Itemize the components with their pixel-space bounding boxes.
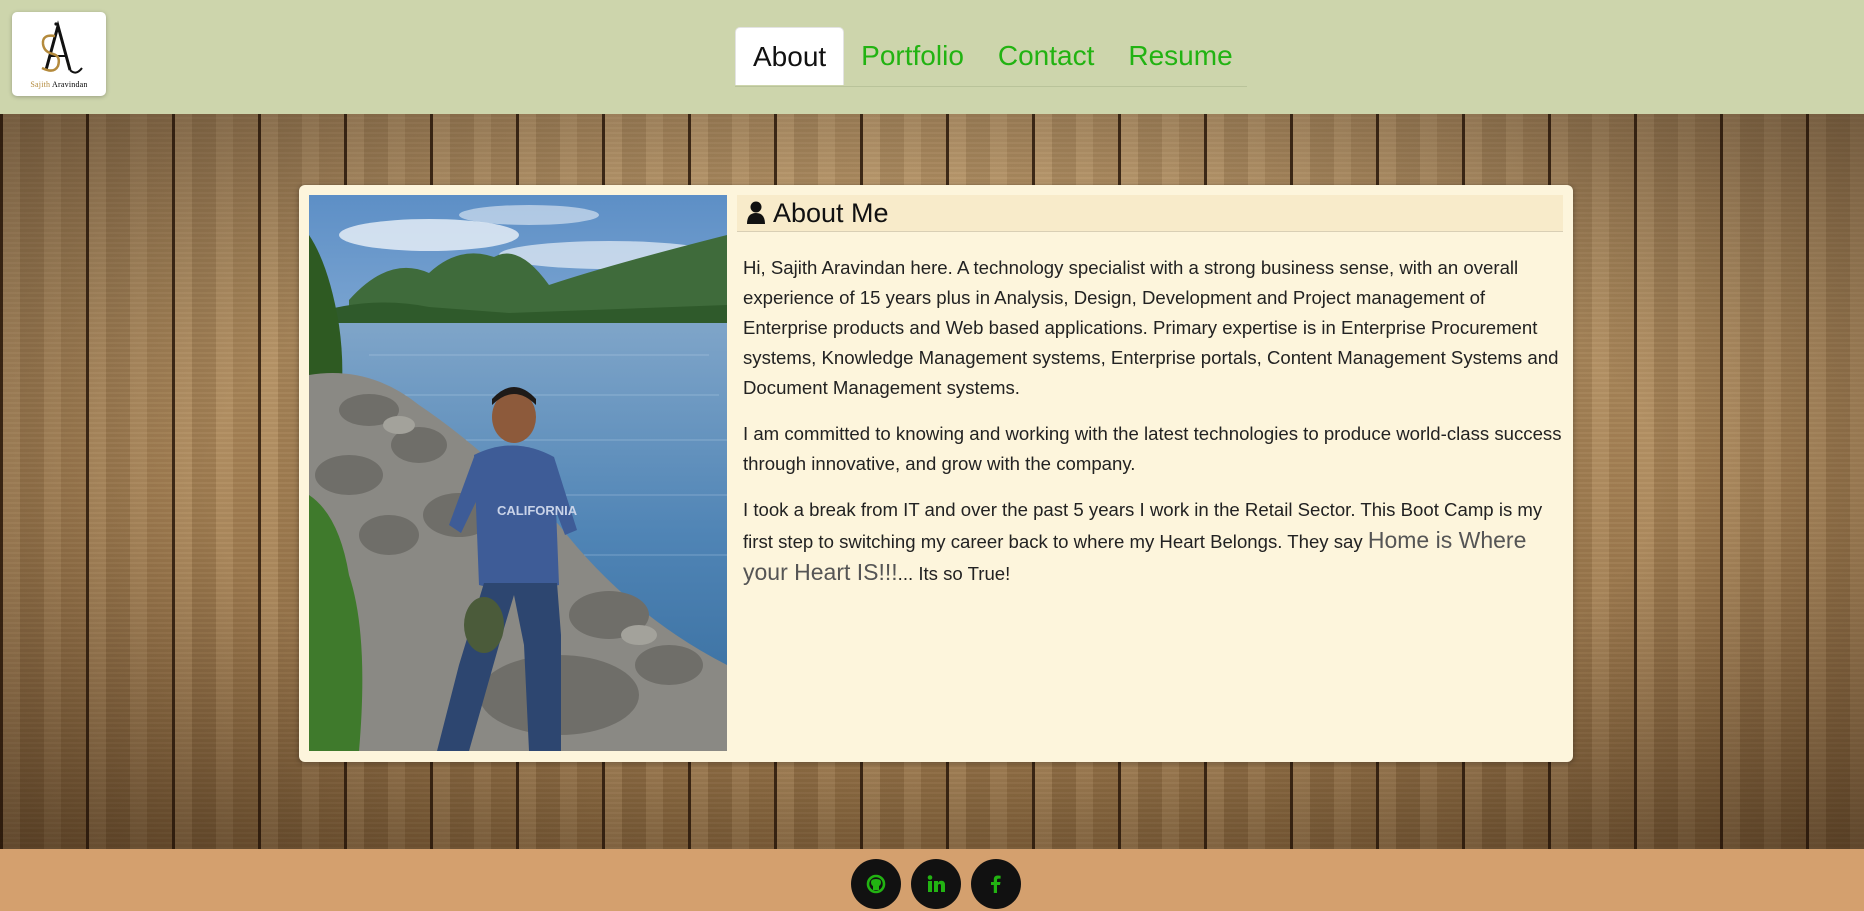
user-icon [746, 201, 766, 225]
site-header: Sajith Aravindan About Portfolio Contact… [0, 0, 1864, 114]
about-paragraph-2: I am committed to knowing and working wi… [743, 423, 1562, 474]
facebook-link[interactable] [971, 859, 1021, 909]
tab-portfolio[interactable]: Portfolio [844, 27, 981, 85]
profile-photo: CALIFORNIA [309, 195, 727, 751]
about-body: Hi, Sajith Aravindan here. A technology … [743, 253, 1563, 605]
tab-contact[interactable]: Contact [981, 27, 1112, 85]
site-footer [0, 849, 1864, 911]
tab-resume[interactable]: Resume [1111, 27, 1249, 85]
about-paragraph-1: Hi, Sajith Aravindan here. A technology … [743, 257, 1559, 398]
monogram-logo-icon [41, 20, 83, 74]
about-title: About Me [773, 197, 889, 228]
linkedin-link[interactable] [911, 859, 961, 909]
tab-about[interactable]: About [735, 27, 845, 85]
about-header: About Me [737, 195, 1563, 232]
about-paragraph-3: I took a break from IT and over the past… [743, 495, 1563, 589]
about-paragraph-3-end: ... Its so True! [897, 563, 1011, 584]
linkedin-icon [927, 875, 945, 892]
main-nav: About Portfolio Contact Resume [735, 27, 1247, 87]
svg-text:CALIFORNIA: CALIFORNIA [497, 503, 578, 518]
facebook-icon [991, 875, 1001, 893]
github-link[interactable] [851, 859, 901, 909]
logo[interactable]: Sajith Aravindan [12, 12, 106, 96]
about-card: CALIFORNIA About Me Hi, Sajith Aravindan… [299, 185, 1573, 762]
logo-caption: Sajith Aravindan [30, 80, 88, 89]
github-icon [866, 874, 886, 894]
